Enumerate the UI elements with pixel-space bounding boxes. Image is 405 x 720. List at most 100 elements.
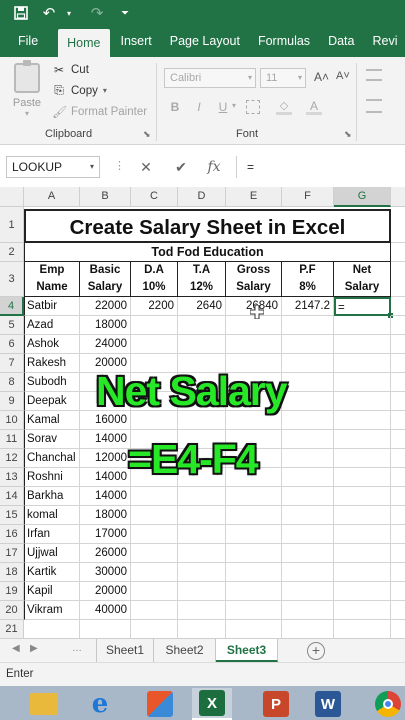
tab-data[interactable]: Data bbox=[319, 26, 363, 57]
select-all-corner[interactable] bbox=[0, 187, 24, 207]
employee-name-cell[interactable]: Satbir bbox=[24, 297, 80, 316]
salary-cell[interactable] bbox=[334, 373, 391, 392]
employee-name-cell[interactable]: Sorav bbox=[24, 430, 80, 449]
salary-cell[interactable] bbox=[282, 506, 334, 525]
row-header-1[interactable]: 1 bbox=[0, 207, 24, 243]
row-header-10[interactable]: 10 bbox=[0, 411, 24, 430]
salary-cell[interactable] bbox=[178, 525, 226, 544]
customize-toolbar-icon[interactable]: ⏷ bbox=[114, 2, 136, 24]
tab-insert[interactable]: Insert bbox=[112, 26, 161, 57]
salary-cell[interactable] bbox=[282, 449, 334, 468]
tab-review[interactable]: Revi bbox=[363, 26, 405, 57]
empty-cell[interactable] bbox=[391, 620, 405, 639]
underline-button[interactable]: U bbox=[214, 98, 232, 116]
employee-name-cell[interactable]: Barkha bbox=[24, 487, 80, 506]
italic-button[interactable]: I bbox=[190, 98, 208, 116]
increase-font-icon[interactable]: A˄ bbox=[314, 70, 329, 84]
row-header-18[interactable]: 18 bbox=[0, 563, 24, 582]
empty-cell[interactable] bbox=[391, 354, 405, 373]
employee-name-cell[interactable]: Ashok bbox=[24, 335, 80, 354]
column-heading[interactable]: D.A 10% bbox=[131, 262, 178, 297]
salary-cell[interactable] bbox=[226, 525, 282, 544]
empty-cell[interactable] bbox=[391, 430, 405, 449]
salary-cell[interactable] bbox=[131, 525, 178, 544]
employee-name-cell[interactable]: Rakesh bbox=[24, 354, 80, 373]
previous-sheet-icon[interactable]: ◀ bbox=[12, 643, 20, 654]
column-heading[interactable]: Emp Name bbox=[24, 262, 80, 297]
insert-function-icon[interactable]: fx bbox=[203, 156, 225, 178]
column-header-d[interactable]: D bbox=[178, 187, 226, 207]
salary-cell[interactable] bbox=[334, 487, 391, 506]
name-box[interactable]: LOOKUP ▾ bbox=[6, 156, 100, 178]
copy-dropdown-icon[interactable]: ▾ bbox=[103, 86, 107, 95]
salary-cell[interactable] bbox=[131, 335, 178, 354]
salary-cell[interactable] bbox=[334, 506, 391, 525]
salary-cell[interactable] bbox=[178, 506, 226, 525]
employee-name-cell[interactable]: Azad bbox=[24, 316, 80, 335]
salary-cell[interactable] bbox=[334, 601, 391, 620]
empty-cell[interactable] bbox=[391, 544, 405, 563]
row-header-15[interactable]: 15 bbox=[0, 506, 24, 525]
clipboard-launcher-icon[interactable]: ⬊ bbox=[143, 129, 151, 140]
salary-cell[interactable] bbox=[131, 582, 178, 601]
salary-cell[interactable]: 2200 bbox=[131, 297, 178, 316]
basic-salary-cell[interactable]: 18000 bbox=[80, 316, 131, 335]
salary-cell[interactable] bbox=[282, 487, 334, 506]
basic-salary-cell[interactable]: 22000 bbox=[80, 297, 131, 316]
empty-cell[interactable] bbox=[391, 582, 405, 601]
salary-cell[interactable] bbox=[282, 582, 334, 601]
basic-salary-cell[interactable]: 30000 bbox=[80, 563, 131, 582]
paste-dropdown-icon[interactable]: ▾ bbox=[8, 109, 46, 118]
salary-cell[interactable] bbox=[226, 563, 282, 582]
salary-cell[interactable] bbox=[334, 525, 391, 544]
empty-cell[interactable] bbox=[178, 620, 226, 639]
empty-cell[interactable] bbox=[334, 620, 391, 639]
tab-home[interactable]: Home bbox=[58, 29, 110, 57]
empty-cell[interactable] bbox=[391, 411, 405, 430]
salary-cell[interactable] bbox=[178, 316, 226, 335]
salary-cell[interactable] bbox=[178, 582, 226, 601]
active-cell-g4[interactable]: = bbox=[334, 297, 393, 318]
empty-cell[interactable] bbox=[391, 601, 405, 620]
salary-cell[interactable] bbox=[334, 335, 391, 354]
basic-salary-cell[interactable]: 20000 bbox=[80, 582, 131, 601]
basic-salary-cell[interactable]: 40000 bbox=[80, 601, 131, 620]
empty-cell[interactable] bbox=[391, 373, 405, 392]
salary-cell[interactable] bbox=[334, 563, 391, 582]
employee-name-cell[interactable]: komal bbox=[24, 506, 80, 525]
row-header-16[interactable]: 16 bbox=[0, 525, 24, 544]
paste-button[interactable]: Paste ▾ bbox=[8, 60, 46, 123]
powerpoint-icon[interactable]: P bbox=[256, 688, 296, 720]
salary-cell[interactable] bbox=[226, 335, 282, 354]
underline-dropdown-icon[interactable]: ▾ bbox=[232, 101, 236, 110]
row-header-13[interactable]: 13 bbox=[0, 468, 24, 487]
column-header-g[interactable]: G bbox=[334, 187, 391, 207]
formula-input[interactable]: = bbox=[236, 156, 405, 178]
fill-color-icon[interactable]: ◇ bbox=[276, 99, 292, 115]
salary-cell[interactable] bbox=[131, 506, 178, 525]
enter-icon[interactable]: ✔ bbox=[170, 156, 192, 178]
empty-cell[interactable] bbox=[282, 620, 334, 639]
empty-cell[interactable] bbox=[391, 335, 405, 354]
row-header-2[interactable]: 2 bbox=[0, 243, 24, 262]
bold-button[interactable]: B bbox=[166, 98, 184, 116]
redo-icon[interactable]: ↷ bbox=[86, 2, 108, 24]
tab-file[interactable]: File bbox=[0, 26, 56, 57]
salary-cell[interactable] bbox=[282, 354, 334, 373]
basic-salary-cell[interactable]: 26000 bbox=[80, 544, 131, 563]
salary-cell[interactable] bbox=[282, 373, 334, 392]
row-header-7[interactable]: 7 bbox=[0, 354, 24, 373]
salary-cell[interactable] bbox=[131, 316, 178, 335]
empty-cell[interactable] bbox=[391, 449, 405, 468]
employee-name-cell[interactable]: Roshni bbox=[24, 468, 80, 487]
row-header-11[interactable]: 11 bbox=[0, 430, 24, 449]
internet-explorer-icon[interactable]: e bbox=[80, 688, 120, 720]
salary-cell[interactable] bbox=[178, 487, 226, 506]
salary-cell[interactable] bbox=[282, 563, 334, 582]
salary-cell[interactable] bbox=[282, 544, 334, 563]
basic-salary-cell[interactable]: 18000 bbox=[80, 506, 131, 525]
align-left-icon[interactable] bbox=[366, 99, 382, 113]
empty-cell[interactable] bbox=[131, 620, 178, 639]
salary-cell[interactable] bbox=[178, 563, 226, 582]
font-size-dropdown[interactable]: 11 ▾ bbox=[260, 68, 306, 88]
